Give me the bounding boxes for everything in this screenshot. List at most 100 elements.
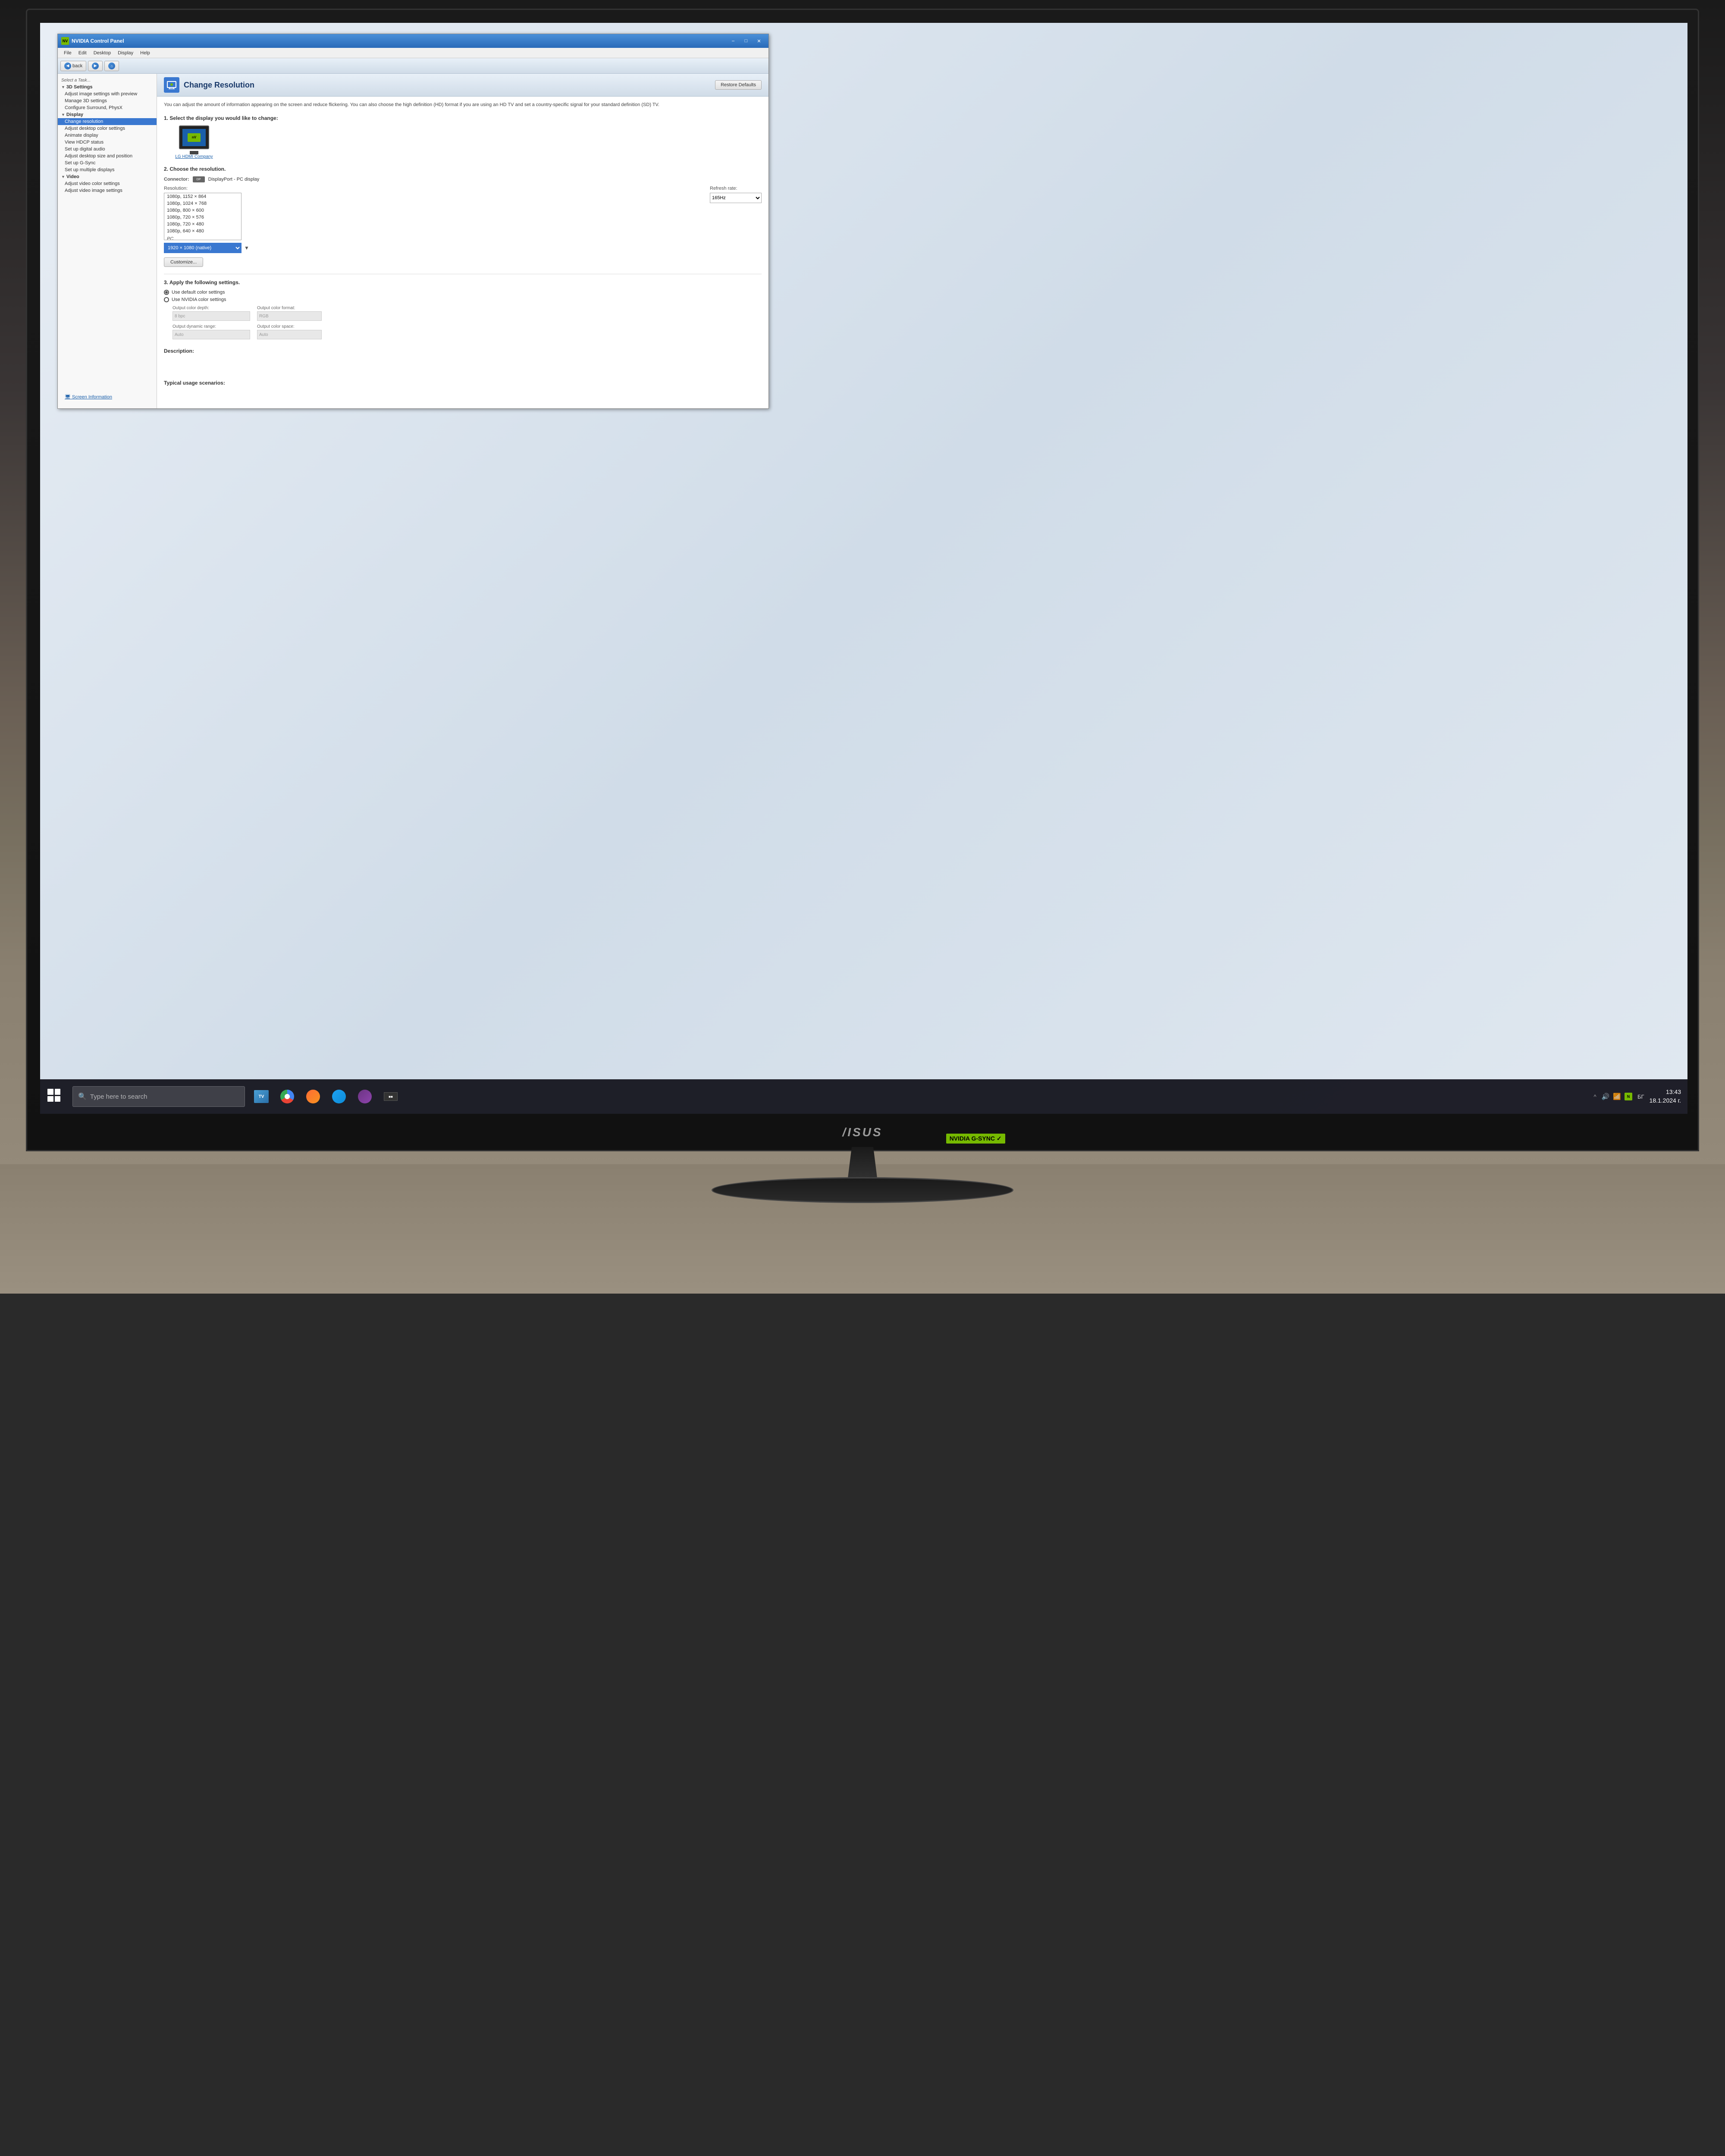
maximize-button[interactable]: □ — [740, 36, 752, 46]
resolution-section: 2. Choose the resolution. Connector: DP … — [164, 166, 762, 267]
windows-start-icon — [47, 1089, 63, 1104]
dynamic-range-label: Output dynamic range: — [172, 324, 250, 329]
sidebar-label-video-image: Adjust video image settings — [65, 188, 122, 193]
sidebar-label-animate-display: Animate display — [65, 133, 98, 138]
resolution-listbox[interactable]: 1080p, 1152 × 864 1080p, 1024 × 768 1080… — [164, 193, 242, 240]
sidebar-item-multiple-displays[interactable]: Set up multiple displays — [58, 166, 157, 173]
gsync-label: NVIDIA G-SYNC ✓ — [950, 1135, 1002, 1142]
description-heading: Description: — [164, 348, 762, 354]
description-section: Description: — [164, 348, 762, 354]
sidebar-item-video[interactable]: ▼ Video — [58, 173, 157, 180]
res-item-2[interactable]: 1080p, 800 × 600 — [164, 207, 241, 214]
sidebar-label-manage-3d: Manage 3D settings — [65, 98, 107, 103]
sidebar-label-configure-surround: Configure Surround, PhysX — [65, 105, 122, 110]
restore-defaults-button[interactable]: Restore Defaults — [715, 80, 762, 90]
taskbar-app-chrome[interactable] — [275, 1084, 299, 1109]
refresh-column: Refresh rate: 165Hz — [710, 186, 762, 203]
tray-expand-icon[interactable]: ^ — [1593, 1094, 1596, 1100]
color-format-label: Output color format: — [257, 306, 322, 310]
sidebar-item-hdcp[interactable]: View HDCP status — [58, 139, 157, 146]
res-item-0[interactable]: 1080p, 1152 × 864 — [164, 193, 241, 200]
sidebar-item-video-image[interactable]: Adjust video image settings — [58, 187, 157, 194]
menu-edit[interactable]: Edit — [75, 50, 90, 56]
dynamic-range-input — [172, 330, 250, 339]
volume-icon[interactable]: 🔊 — [1602, 1093, 1610, 1100]
display-icon-large: nV — [179, 125, 209, 149]
connector-row: Connector: DP DisplayPort - PC display — [164, 176, 762, 182]
monitor-shell: NV NVIDIA Control Panel – □ ✕ File Edit … — [26, 9, 1699, 1151]
res-item-3[interactable]: 1080p, 720 × 576 — [164, 214, 241, 221]
minimize-button[interactable]: – — [727, 36, 739, 46]
dynamic-range-field: Output dynamic range: — [172, 324, 250, 339]
radio-default-color[interactable] — [164, 290, 169, 295]
nvidia-tray-icon[interactable]: N — [1625, 1093, 1632, 1100]
nvidia-window-icon: NV — [61, 37, 69, 45]
select-display-heading: 1. Select the display you would like to … — [164, 115, 762, 121]
display-label[interactable]: LG HDMI Company — [175, 154, 213, 159]
taskbar-app-4[interactable] — [327, 1084, 351, 1109]
sidebar-item-gsync[interactable]: Set up G-Sync — [58, 160, 157, 166]
network-icon[interactable]: 📶 — [1613, 1093, 1621, 1100]
app5-icon — [358, 1090, 372, 1103]
sidebar-task-label: Select a Task... — [58, 76, 157, 84]
main-layout: Select a Task... ▼ 3D Settings Adjust im… — [58, 74, 768, 408]
native-resolution-select[interactable]: 1920 × 1080 (native) — [164, 243, 242, 253]
radio-nvidia-color[interactable] — [164, 297, 169, 302]
toolbar: ◀ back ▶ ⌂ — [58, 58, 768, 74]
display-screen: nV — [182, 129, 206, 146]
resolution-column: Resolution: 1080p, 1152 × 864 1080p, 102… — [164, 186, 703, 253]
content-body: You can adjust the amount of information… — [157, 97, 768, 395]
refresh-rate-select[interactable]: 165Hz — [710, 193, 762, 203]
color-space-field: Output color space: — [257, 324, 322, 339]
taskbar-app-6[interactable]: ■■ — [379, 1084, 403, 1109]
sidebar-item-video-color[interactable]: Adjust video color settings — [58, 180, 157, 187]
app3-icon — [306, 1090, 320, 1103]
forward-button[interactable]: ▶ — [88, 61, 103, 71]
close-button[interactable]: ✕ — [753, 36, 765, 46]
res-item-4[interactable]: 1080p, 720 × 480 — [164, 221, 241, 228]
sidebar-item-digital-audio[interactable]: Set up digital audio — [58, 146, 157, 153]
sidebar-item-configure-surround[interactable]: Configure Surround, PhysX — [58, 104, 157, 111]
tray-language[interactable]: БГ — [1637, 1094, 1644, 1100]
refresh-col-label: Refresh rate: — [710, 186, 762, 191]
menu-desktop[interactable]: Desktop — [90, 50, 114, 56]
sidebar-item-3d-settings[interactable]: ▼ 3D Settings — [58, 84, 157, 91]
tv-app-icon: TV — [254, 1090, 269, 1103]
menu-file[interactable]: File — [60, 50, 75, 56]
home-button[interactable]: ⌂ — [104, 61, 119, 71]
res-item-1[interactable]: 1080p, 1024 × 768 — [164, 200, 241, 207]
dropdown-arrow-icon: ▼ — [244, 245, 249, 251]
sidebar-item-change-resolution[interactable]: Change resolution — [58, 118, 157, 125]
radio-default-color-label: Use default color settings — [172, 290, 225, 295]
tray-icons: 🔊 📶 N — [1602, 1093, 1632, 1100]
taskbar-app-5[interactable] — [353, 1084, 377, 1109]
sidebar-label-desktop-size: Adjust desktop size and position — [65, 154, 132, 159]
menu-display[interactable]: Display — [114, 50, 137, 56]
menu-help[interactable]: Help — [137, 50, 154, 56]
color-space-label: Output color space: — [257, 324, 322, 329]
sidebar-item-manage-3d[interactable]: Manage 3D settings — [58, 97, 157, 104]
sidebar-label-video: Video — [66, 174, 79, 179]
taskbar-tray: ^ 🔊 📶 N БГ 13:43 18.1.2024 г. — [1593, 1088, 1687, 1105]
sidebar-item-adjust-color[interactable]: Adjust desktop color settings — [58, 125, 157, 132]
tray-clock[interactable]: 13:43 18.1.2024 г. — [1650, 1088, 1681, 1105]
sidebar-label-gsync: Set up G-Sync — [65, 160, 96, 166]
apply-settings-section: 3. Apply the following settings. Use def… — [164, 274, 762, 339]
sidebar-item-desktop-size[interactable]: Adjust desktop size and position — [58, 153, 157, 160]
content-title: Change Resolution — [184, 81, 254, 90]
customize-button[interactable]: Customize... — [164, 257, 203, 267]
sidebar-item-display[interactable]: ▼ Display — [58, 111, 157, 118]
res-item-6: PC — [164, 235, 241, 240]
display-selector[interactable]: nV LG HDMI Company — [172, 125, 216, 159]
taskbar-search[interactable]: 🔍 Type here to search — [72, 1086, 245, 1107]
res-item-5[interactable]: 1080p, 640 × 480 — [164, 228, 241, 235]
sidebar-item-animate-display[interactable]: Animate display — [58, 132, 157, 139]
sidebar-item-adjust-image[interactable]: Adjust image settings with preview — [58, 91, 157, 97]
color-space-input — [257, 330, 322, 339]
taskbar-app-3[interactable] — [301, 1084, 325, 1109]
taskbar-app-tv[interactable]: TV — [249, 1084, 273, 1109]
monitor-base — [712, 1177, 1013, 1203]
sidebar-label-digital-audio: Set up digital audio — [65, 147, 105, 152]
start-button[interactable] — [40, 1079, 70, 1114]
back-button[interactable]: ◀ back — [60, 61, 86, 71]
